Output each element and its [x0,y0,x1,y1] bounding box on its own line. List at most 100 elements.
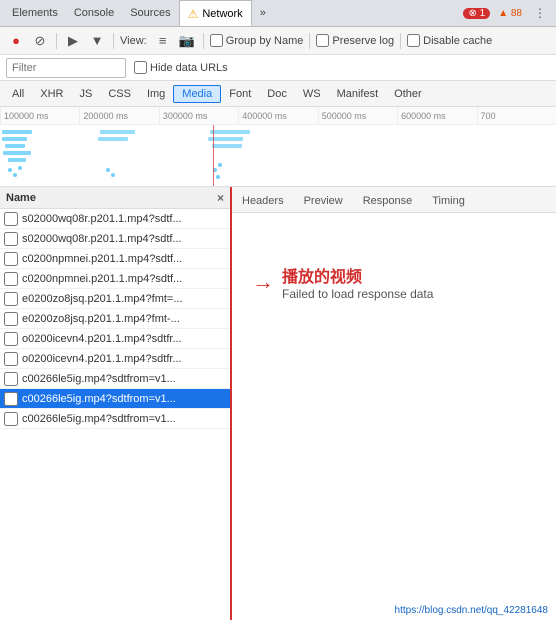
detail-content: → 播放的视频 Failed to load response data [232,213,556,620]
list-item[interactable]: s02000wq08r.p201.1.mp4?sdtf... [0,209,230,229]
item-name: c0200npmnei.p201.1.mp4?sdtf... [22,273,182,285]
tab-elements[interactable]: Elements [4,0,66,26]
item-checkbox[interactable] [4,212,18,226]
error-badge: ⊗ 1 [463,8,490,19]
annotation-english: Failed to load response data [282,287,433,301]
separator-1 [56,33,57,49]
annotation-chinese: 播放的视频 [282,263,433,287]
more-options-button[interactable]: ⋮ [528,6,552,20]
request-list: Name × s02000wq08r.p201.1.mp4?sdtf... s0… [0,187,232,620]
item-checkbox[interactable] [4,292,18,306]
item-name: c0200npmnei.p201.1.mp4?sdtf... [22,253,182,265]
type-tab-ws[interactable]: WS [295,86,329,102]
preserve-log-label[interactable]: Preserve log [316,34,394,47]
list-item[interactable]: o0200icevn4.p201.1.mp4?sdtfr... [0,329,230,349]
type-tab-media[interactable]: Media [173,85,221,103]
status-url: https://blog.csdn.net/qq_42281648 [395,605,548,616]
type-tab-font[interactable]: Font [221,86,259,102]
item-name: o0200icevn4.p201.1.mp4?sdtfr... [22,353,182,365]
list-item[interactable]: e0200zo8jsq.p201.1.mp4?fmt-... [0,309,230,329]
tab-sources[interactable]: Sources [122,0,178,26]
item-checkbox[interactable] [4,232,18,246]
item-name: c00266le5ig.mp4?sdtfrom=v1... [22,373,176,385]
list-item[interactable]: s02000wq08r.p201.1.mp4?sdtf... [0,229,230,249]
item-name: e0200zo8jsq.p201.1.mp4?fmt=... [22,293,183,305]
warning-badge: ▲ 88 [498,8,522,19]
item-name: s02000wq08r.p201.1.mp4?sdtf... [22,233,182,245]
filter-bar: Hide data URLs [0,55,556,81]
item-checkbox[interactable] [4,312,18,326]
hide-data-urls-label[interactable]: Hide data URLs [134,61,228,74]
type-tab-js[interactable]: JS [71,86,100,102]
timeline-header: 100000 ms 200000 ms 300000 ms 400000 ms … [0,107,556,125]
item-checkbox[interactable] [4,412,18,426]
separator-3 [203,33,204,49]
detail-tabs: Headers Preview Response Timing [232,187,556,213]
item-name: s02000wq08r.p201.1.mp4?sdtf... [22,213,182,225]
clear-button[interactable]: ⊘ [30,31,50,51]
tab-timing[interactable]: Timing [422,192,475,212]
type-tab-xhr[interactable]: XHR [32,86,71,102]
list-view-button[interactable]: ≡ [153,31,173,51]
tick-5: 500000 ms [318,107,397,124]
item-checkbox[interactable] [4,372,18,386]
type-tab-img[interactable]: Img [139,86,173,102]
status-bar: https://blog.csdn.net/qq_42281648 [395,605,548,616]
tab-headers[interactable]: Headers [232,192,294,212]
preserve-log-checkbox[interactable] [316,34,329,47]
devtools-window: Elements Console Sources ⚠ Network » ⊗ 1… [0,0,556,620]
type-filter-tabs: All XHR JS CSS Img Media Font Doc WS Man… [0,81,556,107]
toolbar: ● ⊘ ▶ ▼ View: ≡ 📷 Group by Name Preserve… [0,27,556,55]
item-name: o0200icevn4.p201.1.mp4?sdtfr... [22,333,182,345]
type-tab-doc[interactable]: Doc [259,86,295,102]
filter-button[interactable]: ▼ [87,31,107,51]
list-item[interactable]: o0200icevn4.p201.1.mp4?sdtfr... [0,349,230,369]
item-checkbox[interactable] [4,332,18,346]
item-name: e0200zo8jsq.p201.1.mp4?fmt-... [22,313,180,325]
annotation-arrow-icon: → [252,269,274,295]
close-panel-button[interactable]: × [217,191,224,205]
type-tab-css[interactable]: CSS [100,86,139,102]
tab-console[interactable]: Console [66,0,122,26]
tick-2: 200000 ms [79,107,158,124]
list-item[interactable]: c0200npmnei.p201.1.mp4?sdtf... [0,269,230,289]
tab-more[interactable]: » [252,0,274,26]
timeline-marker [213,125,214,187]
item-checkbox[interactable] [4,392,18,406]
type-tab-other[interactable]: Other [386,86,430,102]
screenshot-button[interactable]: 📷 [177,31,197,51]
tick-6: 600000 ms [397,107,476,124]
list-item-selected[interactable]: c00266le5ig.mp4?sdtfrom=v1... [0,389,230,409]
filter-input[interactable] [6,58,126,78]
annotation-text: 播放的视频 Failed to load response data [282,263,433,301]
group-by-name-label[interactable]: Group by Name [210,34,304,47]
warning-icon: ⚠ [188,7,199,21]
timeline-body [0,125,556,187]
tab-response[interactable]: Response [353,192,423,212]
timeline-area: 100000 ms 200000 ms 300000 ms 400000 ms … [0,107,556,187]
hide-data-urls-checkbox[interactable] [134,61,147,74]
separator-2 [113,33,114,49]
tab-preview[interactable]: Preview [294,192,353,212]
item-name: c00266le5ig.mp4?sdtfrom=v1... [22,393,176,405]
disable-cache-label[interactable]: Disable cache [407,34,492,47]
tick-3: 300000 ms [159,107,238,124]
split-pane: Name × s02000wq08r.p201.1.mp4?sdtf... s0… [0,187,556,620]
list-item[interactable]: c0200npmnei.p201.1.mp4?sdtf... [0,249,230,269]
top-tab-bar: Elements Console Sources ⚠ Network » ⊗ 1… [0,0,556,27]
group-by-name-checkbox[interactable] [210,34,223,47]
list-item[interactable]: c00266le5ig.mp4?sdtfrom=v1... [0,409,230,429]
video-button[interactable]: ▶ [63,31,83,51]
item-checkbox[interactable] [4,252,18,266]
list-item[interactable]: e0200zo8jsq.p201.1.mp4?fmt=... [0,289,230,309]
separator-5 [400,33,401,49]
disable-cache-checkbox[interactable] [407,34,420,47]
item-checkbox[interactable] [4,272,18,286]
list-item[interactable]: c00266le5ig.mp4?sdtfrom=v1... [0,369,230,389]
tick-7: 700 [477,107,556,124]
record-button[interactable]: ● [6,31,26,51]
type-tab-all[interactable]: All [4,86,32,102]
tab-network[interactable]: ⚠ Network [179,0,252,26]
item-checkbox[interactable] [4,352,18,366]
type-tab-manifest[interactable]: Manifest [329,86,387,102]
